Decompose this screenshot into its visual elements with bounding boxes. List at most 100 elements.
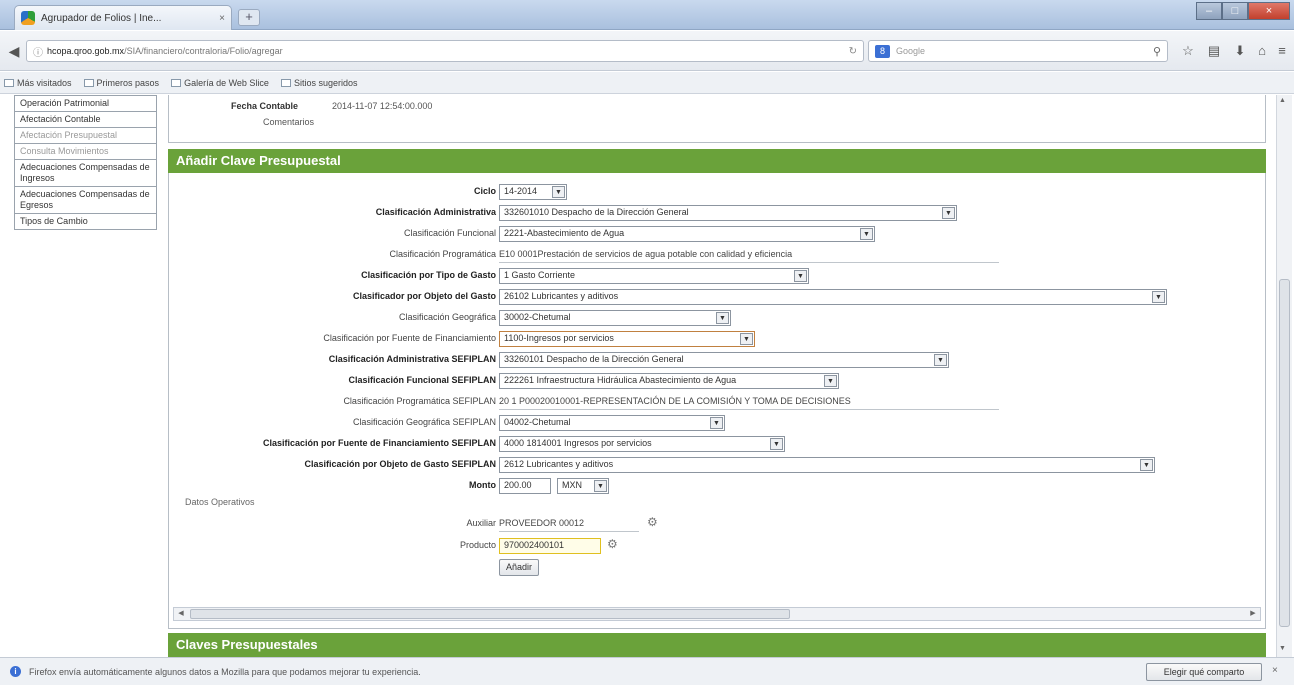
chevron-down-icon[interactable]: ▼	[934, 354, 947, 366]
bookmark-web-slice[interactable]: Galería de Web Slice	[171, 78, 269, 88]
chevron-down-icon[interactable]: ▼	[594, 480, 607, 492]
reload-icon[interactable]: ↻	[849, 46, 857, 57]
moneda-select[interactable]: MXN ▼	[557, 478, 609, 494]
scroll-up-icon[interactable]: ▲	[1279, 97, 1286, 104]
auxiliar-search-gear-icon[interactable]: ⚙	[647, 515, 658, 529]
clasif-objeto-gasto-select[interactable]: 26102 Lubricantes y aditivos ▼	[499, 289, 1167, 305]
add-key-button[interactable]: Añadir	[499, 559, 540, 576]
chevron-down-icon[interactable]: ▼	[824, 375, 837, 387]
notification-text: Firefox envía automáticamente algunos da…	[29, 666, 421, 677]
clasif-administrativa-sefiplan-select[interactable]: 33260101 Despacho de la Dirección Genera…	[499, 352, 949, 368]
scroll-right-icon[interactable]: ▶	[1246, 608, 1260, 620]
url-bar[interactable]: ⓘ hcopa.qroo.gob.mx/SIA/financiero/contr…	[26, 40, 864, 62]
producto-search-gear-icon[interactable]: ⚙	[607, 537, 618, 551]
row-clasif-administrativa-sefiplan: Clasificación Administrativa SEFIPLAN 33…	[169, 351, 1259, 369]
chevron-down-icon[interactable]: ▼	[716, 312, 729, 324]
menu-item-operacion-patrimonial[interactable]: Operación Patrimonial	[15, 96, 156, 112]
vertical-scroll-thumb[interactable]	[1279, 279, 1290, 627]
keys-list-section-header: Claves Presupuestales	[168, 633, 1266, 657]
clasif-programatica-label: Clasificación Programática	[389, 249, 496, 259]
search-icon[interactable]: ⚲	[1153, 45, 1161, 58]
row-auxiliar: Auxiliar PROVEEDOR 00012 ⚙	[169, 515, 1259, 533]
clasif-geografica-select[interactable]: 30002-Chetumal ▼	[499, 310, 731, 326]
clasif-geografica-sefiplan-select[interactable]: 04002-Chetumal ▼	[499, 415, 725, 431]
menu-icon[interactable]: ≡	[1272, 42, 1292, 60]
scroll-left-icon[interactable]: ◀	[174, 608, 188, 620]
search-bar[interactable]: 8 Google ⚲	[868, 40, 1168, 62]
search-engine-icon[interactable]: 8	[875, 44, 890, 58]
left-menu: Operación Patrimonial Afectación Contabl…	[14, 95, 157, 230]
site-favicon-icon	[21, 11, 35, 25]
page-content: Operación Patrimonial Afectación Contabl…	[0, 95, 1294, 657]
auxiliar-value: PROVEEDOR 00012	[499, 518, 585, 528]
row-clasif-objeto-gasto-sefiplan: Clasificación por Objeto de Gasto SEFIPL…	[169, 456, 1259, 474]
chevron-down-icon[interactable]: ▼	[770, 438, 783, 450]
clasif-objeto-gasto-sefiplan-select[interactable]: 2612 Lubricantes y aditivos ▼	[499, 457, 1155, 473]
producto-input[interactable]: 970002400101	[499, 538, 601, 554]
search-input[interactable]: Google	[896, 46, 1147, 56]
chevron-down-icon[interactable]: ▼	[740, 333, 753, 345]
browser-tab[interactable]: Agrupador de Folios | Ine... ×	[14, 5, 232, 30]
menu-item-afectacion-contable[interactable]: Afectación Contable	[15, 112, 156, 128]
clasif-fuente-sefiplan-select[interactable]: 4000 1814001 Ingresos por servicios ▼	[499, 436, 785, 452]
bookmarks-list-icon[interactable]: ▤	[1204, 42, 1224, 60]
page-icon	[171, 78, 182, 87]
chevron-down-icon[interactable]: ▼	[942, 207, 955, 219]
new-tab-button[interactable]: +	[238, 9, 260, 26]
choose-what-to-share-button[interactable]: Elegir qué comparto	[1146, 663, 1262, 681]
row-clasif-fuente: Clasificación por Fuente de Financiamien…	[169, 330, 1259, 348]
back-arrow-icon[interactable]: ◀	[4, 41, 24, 61]
clasif-programatica-sefiplan-label: Clasificación Programática SEFIPLAN	[343, 396, 496, 406]
site-identity-icon[interactable]: ⓘ	[33, 44, 43, 59]
window-maximize-button[interactable]: □	[1222, 2, 1248, 20]
horizontal-scroll-thumb[interactable]	[190, 609, 790, 619]
notification-bar: i Firefox envía automáticamente algunos …	[0, 657, 1294, 685]
window-minimize-button[interactable]: –	[1196, 2, 1222, 20]
chevron-down-icon[interactable]: ▼	[552, 186, 565, 198]
bookmark-star-icon[interactable]: ☆	[1178, 42, 1198, 60]
clasif-administrativa-label: Clasificación Administrativa	[375, 207, 496, 217]
home-icon[interactable]: ⌂	[1252, 42, 1272, 60]
chevron-down-icon[interactable]: ▼	[794, 270, 807, 282]
row-clasif-objeto-gasto: Clasificador por Objeto del Gasto 26102 …	[169, 288, 1259, 306]
window-close-button[interactable]: ×	[1248, 2, 1290, 20]
menu-item-afectacion-presupuestal[interactable]: Afectación Presupuestal	[15, 128, 156, 144]
clasif-tipo-gasto-select[interactable]: 1 Gasto Corriente ▼	[499, 268, 809, 284]
bookmark-primeros-pasos[interactable]: Primeros pasos	[83, 78, 159, 88]
row-clasif-geografica-sefiplan: Clasificación Geográfica SEFIPLAN 04002-…	[169, 414, 1259, 432]
form-horizontal-scrollbar[interactable]: ◀ ▶	[173, 607, 1261, 621]
ciclo-label: Ciclo	[473, 186, 496, 196]
tab-title: Agrupador de Folios | Ine...	[41, 12, 162, 24]
producto-label: Producto	[459, 540, 496, 550]
chevron-down-icon[interactable]: ▼	[1140, 459, 1153, 471]
bookmark-mas-visitados[interactable]: Más visitados	[4, 78, 72, 88]
menu-item-adecuaciones-egresos[interactable]: Adecuaciones Compensadas de Egresos	[15, 187, 156, 214]
row-ciclo: Ciclo 14-2014 ▼	[169, 183, 1259, 201]
scroll-down-icon[interactable]: ▼	[1279, 645, 1286, 652]
add-key-section-header: Añadir Clave Presupuestal	[168, 149, 1266, 173]
clasif-administrativa-select[interactable]: 332601010 Despacho de la Dirección Gener…	[499, 205, 957, 221]
fecha-contable-value: 2014-11-07 12:54:00.000	[332, 101, 433, 111]
monto-input[interactable]: 200.00	[499, 478, 551, 494]
page-icon	[83, 78, 94, 87]
ciclo-select[interactable]: 14-2014 ▼	[499, 184, 567, 200]
close-icon[interactable]: ×	[1272, 665, 1278, 676]
bookmark-sitios-sugeridos[interactable]: Sitios sugeridos	[280, 78, 358, 88]
url-text[interactable]: hcopa.qroo.gob.mx/SIA/financiero/contral…	[47, 46, 845, 56]
tab-close-icon[interactable]: ×	[219, 13, 225, 24]
folder-icon	[4, 78, 14, 87]
chevron-down-icon[interactable]: ▼	[710, 417, 723, 429]
download-icon[interactable]: ⬇	[1230, 42, 1250, 60]
menu-item-consulta-movimientos[interactable]: Consulta Movimientos	[15, 144, 156, 160]
menu-item-adecuaciones-ingresos[interactable]: Adecuaciones Compensadas de Ingresos	[15, 160, 156, 187]
chevron-down-icon[interactable]: ▼	[1152, 291, 1165, 303]
clasif-funcional-sefiplan-select[interactable]: 222261 Infraestructura Hidráulica Abaste…	[499, 373, 839, 389]
clasif-programatica-sefiplan-underline	[499, 409, 999, 410]
clasif-funcional-select[interactable]: 2221-Abastecimiento de Agua ▼	[499, 226, 875, 242]
chevron-down-icon[interactable]: ▼	[860, 228, 873, 240]
clasif-tipo-gasto-label: Clasificación por Tipo de Gasto	[361, 270, 496, 280]
menu-item-tipos-cambio[interactable]: Tipos de Cambio	[15, 214, 156, 229]
clasif-fuente-select[interactable]: 1100-Ingresos por servicios ▼	[499, 331, 755, 347]
row-clasif-programatica: Clasificación Programática E10 0001Prest…	[169, 246, 1259, 264]
page-vertical-scrollbar[interactable]: ▲ ▼	[1276, 95, 1292, 657]
